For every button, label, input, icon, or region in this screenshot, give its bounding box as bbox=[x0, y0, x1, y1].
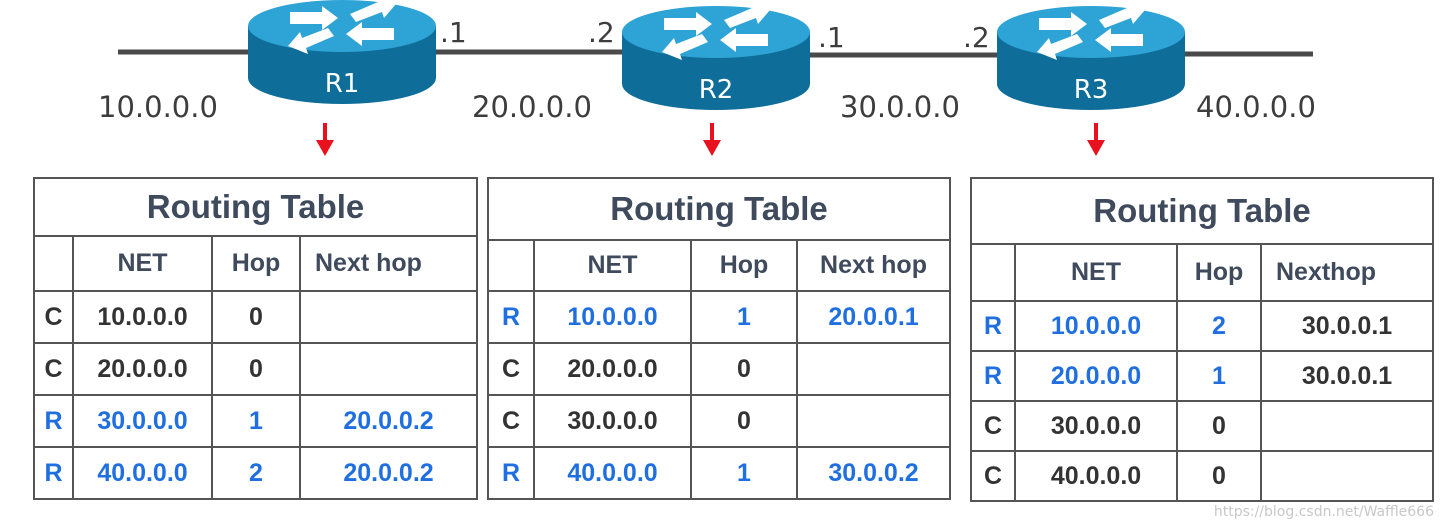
route-next-hop: 20.0.0.1 bbox=[795, 290, 952, 344]
r2-left-interface-label: .2 bbox=[588, 16, 615, 49]
route-type: R bbox=[970, 350, 1016, 402]
route-hop: 0 bbox=[1176, 400, 1262, 452]
header-net: NET bbox=[72, 235, 213, 292]
route-hop: 0 bbox=[690, 394, 798, 448]
route-type: R bbox=[487, 446, 535, 500]
table-row: R 10.0.0.0 2 30.0.0.1 bbox=[970, 300, 1435, 352]
route-next-hop bbox=[1259, 450, 1435, 502]
header-type-cell bbox=[33, 235, 74, 292]
network-label: 40.0.0.0 bbox=[1196, 90, 1316, 124]
header-net: NET bbox=[533, 239, 692, 292]
table-row: R 10.0.0.0 1 20.0.0.1 bbox=[487, 290, 952, 344]
table-row: C 20.0.0.0 0 bbox=[33, 342, 479, 396]
route-next-hop bbox=[1259, 400, 1435, 452]
table-row: C 30.0.0.0 0 bbox=[970, 400, 1435, 452]
router-label: R2 bbox=[699, 75, 734, 105]
route-hop: 1 bbox=[1176, 350, 1262, 402]
header-net: NET bbox=[1014, 243, 1178, 302]
route-hop: 0 bbox=[1176, 450, 1262, 502]
route-net: 30.0.0.0 bbox=[1014, 400, 1178, 452]
route-net: 10.0.0.0 bbox=[72, 290, 213, 344]
network-topology: R1 R2 R3 .1 .2 .1 .2 10.0.0.0 20.0.0.0 3… bbox=[98, 0, 1316, 156]
route-hop: 0 bbox=[211, 342, 301, 396]
routing-table-r1: Routing Table NET Hop Next hop C 10.0.0.… bbox=[32, 177, 479, 500]
route-net: 30.0.0.0 bbox=[533, 394, 692, 448]
r2-right-interface-label: .1 bbox=[818, 21, 845, 54]
route-type: C bbox=[487, 394, 535, 448]
route-net: 20.0.0.0 bbox=[1014, 350, 1178, 402]
header-hop: Hop bbox=[690, 239, 798, 292]
router-r2: R2 bbox=[622, 2, 810, 110]
route-hop: 1 bbox=[211, 394, 301, 448]
route-type: R bbox=[33, 394, 74, 448]
table-title: Routing Table bbox=[969, 177, 1435, 245]
router-label: R3 bbox=[1074, 75, 1109, 105]
route-hop: 1 bbox=[690, 446, 798, 500]
routing-table-r2: Routing Table NET Hop Next hop R 10.0.0.… bbox=[486, 177, 952, 500]
route-next-hop: 20.0.0.2 bbox=[298, 446, 479, 500]
route-type: R bbox=[33, 446, 74, 500]
route-type: R bbox=[970, 300, 1016, 352]
network-label: 30.0.0.0 bbox=[840, 90, 960, 124]
header-type-cell bbox=[970, 243, 1016, 302]
route-net: 40.0.0.0 bbox=[1014, 450, 1178, 502]
table-title: Routing Table bbox=[486, 177, 952, 241]
route-type: R bbox=[487, 290, 535, 344]
route-net: 10.0.0.0 bbox=[1014, 300, 1178, 352]
route-type: C bbox=[33, 290, 74, 344]
route-type: C bbox=[33, 342, 74, 396]
table-row: R 40.0.0.0 2 20.0.0.2 bbox=[33, 446, 479, 500]
route-type: C bbox=[487, 342, 535, 396]
header-type-cell bbox=[487, 239, 535, 292]
route-net: 40.0.0.0 bbox=[533, 446, 692, 500]
table-title: Routing Table bbox=[32, 177, 479, 237]
route-hop: 2 bbox=[211, 446, 301, 500]
route-next-hop: 20.0.0.2 bbox=[298, 394, 479, 448]
r3-left-interface-label: .2 bbox=[963, 21, 990, 54]
route-net: 30.0.0.0 bbox=[72, 394, 213, 448]
header-next-hop: Next hop bbox=[298, 235, 479, 292]
routing-table-r3: Routing Table NET Hop Nexthop R 10.0.0.0… bbox=[969, 177, 1435, 502]
route-type: C bbox=[970, 450, 1016, 502]
route-type: C bbox=[970, 400, 1016, 452]
route-net: 20.0.0.0 bbox=[533, 342, 692, 396]
route-net: 10.0.0.0 bbox=[533, 290, 692, 344]
route-next-hop bbox=[298, 290, 479, 344]
route-hop: 0 bbox=[211, 290, 301, 344]
network-label: 20.0.0.0 bbox=[472, 90, 592, 124]
router-r1: R1 bbox=[248, 0, 436, 104]
header-next-hop: Next hop bbox=[795, 239, 952, 292]
down-arrow-icon bbox=[316, 123, 334, 156]
header-hop: Hop bbox=[1176, 243, 1262, 302]
r1-right-interface-label: .1 bbox=[440, 16, 467, 49]
table-row: R 30.0.0.0 1 20.0.0.2 bbox=[33, 394, 479, 448]
route-hop: 2 bbox=[1176, 300, 1262, 352]
header-hop: Hop bbox=[211, 235, 301, 292]
table-row: C 40.0.0.0 0 bbox=[970, 450, 1435, 502]
table-row: C 20.0.0.0 0 bbox=[487, 342, 952, 396]
route-next-hop: 30.0.0.1 bbox=[1259, 300, 1435, 352]
header-next-hop: Nexthop bbox=[1259, 243, 1435, 302]
router-label: R1 bbox=[325, 69, 360, 99]
route-next-hop bbox=[298, 342, 479, 396]
table-row: R 40.0.0.0 1 30.0.0.2 bbox=[487, 446, 952, 500]
table-row: C 30.0.0.0 0 bbox=[487, 394, 952, 448]
route-net: 40.0.0.0 bbox=[72, 446, 213, 500]
network-label: 10.0.0.0 bbox=[98, 90, 218, 124]
route-net: 20.0.0.0 bbox=[72, 342, 213, 396]
route-next-hop bbox=[795, 394, 952, 448]
watermark: https://blog.csdn.net/Waffle666 bbox=[1213, 504, 1434, 520]
route-hop: 1 bbox=[690, 290, 798, 344]
down-arrow-icon bbox=[703, 123, 721, 156]
table-row: R 20.0.0.0 1 30.0.0.1 bbox=[970, 350, 1435, 402]
route-next-hop bbox=[795, 342, 952, 396]
route-hop: 0 bbox=[690, 342, 798, 396]
table-row: C 10.0.0.0 0 bbox=[33, 290, 479, 344]
router-r3: R3 bbox=[997, 2, 1185, 110]
route-next-hop: 30.0.0.1 bbox=[1259, 350, 1435, 402]
down-arrow-icon bbox=[1087, 123, 1105, 156]
route-next-hop: 30.0.0.2 bbox=[795, 446, 952, 500]
